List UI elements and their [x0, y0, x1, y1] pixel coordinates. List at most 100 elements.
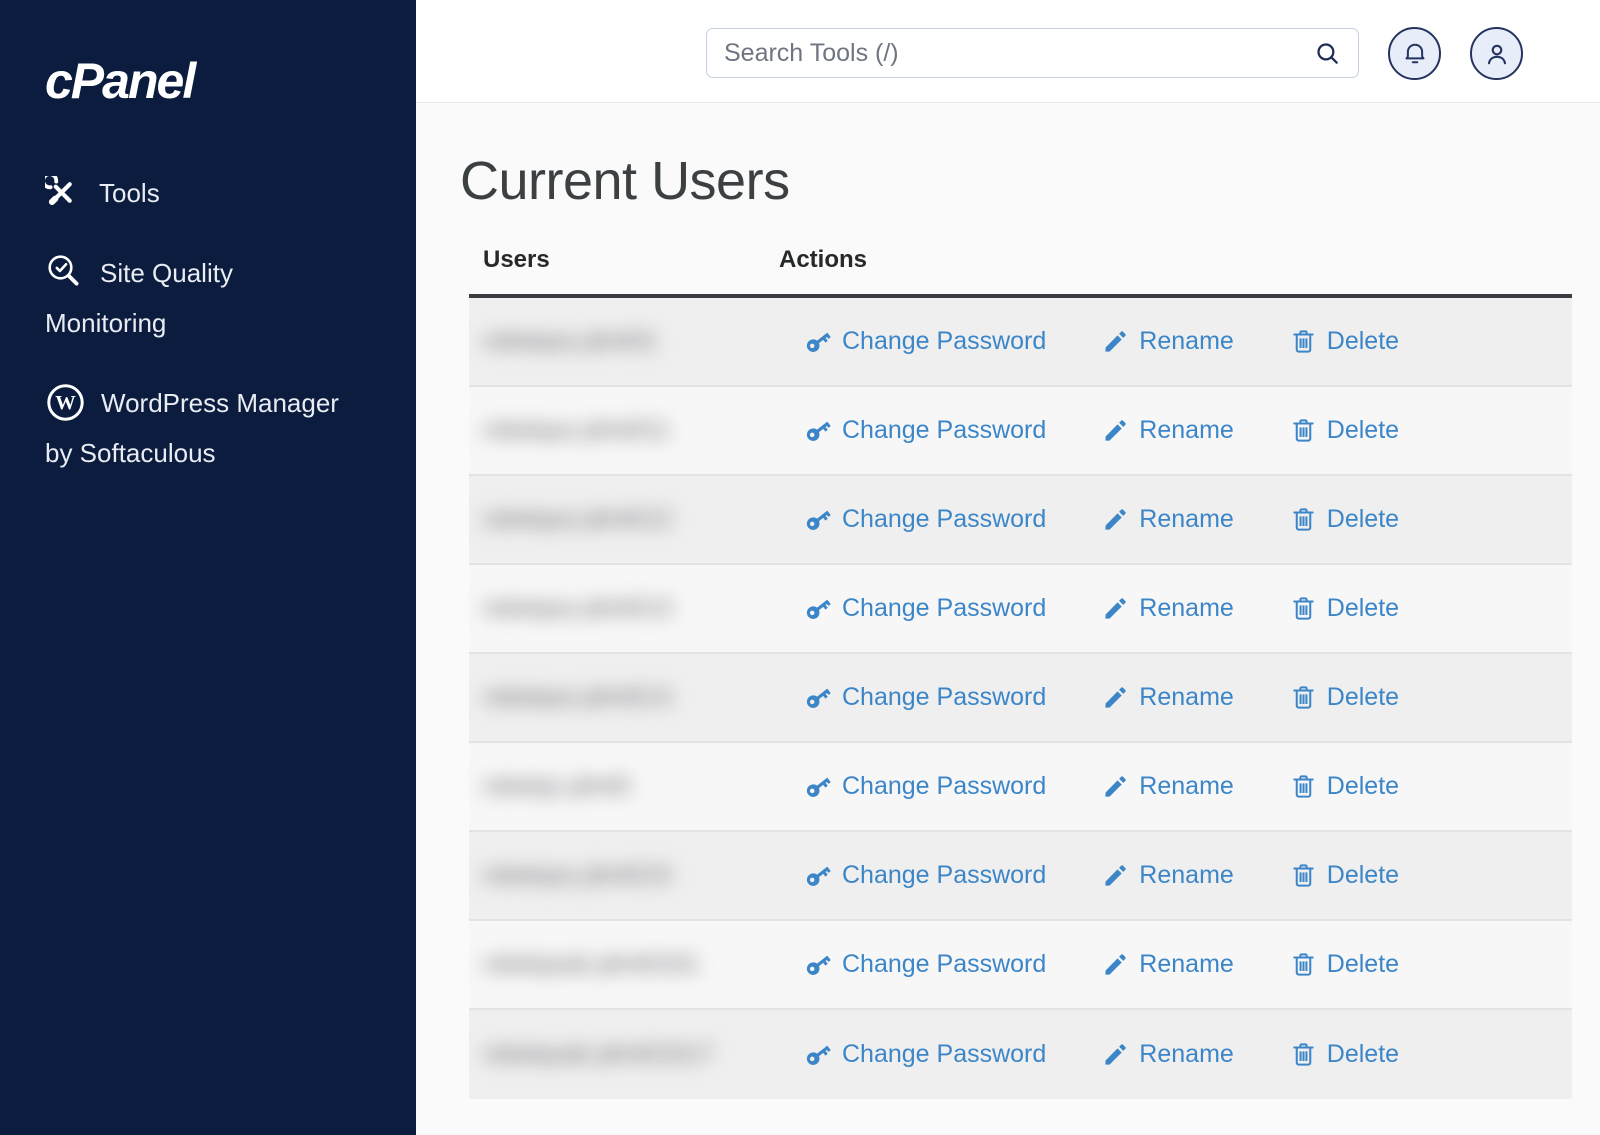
- key-icon: [805, 684, 832, 711]
- delete-label: Delete: [1327, 594, 1399, 623]
- user-icon: [1482, 39, 1512, 69]
- table-row: ndwtqsa jdmt013 Change Password: [469, 565, 1572, 654]
- delete-link[interactable]: Delete: [1290, 950, 1399, 979]
- delete-label: Delete: [1327, 683, 1399, 712]
- change-password-link[interactable]: Change Password: [805, 327, 1046, 356]
- trash-icon: [1290, 1041, 1317, 1068]
- actions-cell: Change Password Rename Delete: [779, 683, 1572, 712]
- key-icon: [805, 506, 832, 533]
- rename-label: Rename: [1139, 416, 1234, 445]
- change-password-link[interactable]: Change Password: [805, 861, 1046, 890]
- username-cell: ndwtqsa jdmt012: [469, 505, 779, 534]
- trash-icon: [1290, 951, 1317, 978]
- delete-link[interactable]: Delete: [1290, 327, 1399, 356]
- rename-link[interactable]: Rename: [1102, 505, 1234, 534]
- rename-label: Rename: [1139, 505, 1234, 534]
- rename-link[interactable]: Rename: [1102, 1040, 1234, 1069]
- table-row: ndwtqsab jdmt0161 Change Password: [469, 921, 1572, 1010]
- change-password-link[interactable]: Change Password: [805, 950, 1046, 979]
- cpanel-current-users-page: { "sidebar": { "logo_text": "cPanel", "i…: [0, 0, 1600, 1135]
- actions-cell: Change Password Rename Delete: [779, 1040, 1572, 1069]
- table-row: ndwtqsa jdmt015 Change Password: [469, 832, 1572, 921]
- delete-label: Delete: [1327, 505, 1399, 534]
- actions-cell: Change Password Rename Delete: [779, 594, 1572, 623]
- change-password-label: Change Password: [842, 683, 1046, 712]
- pencil-icon: [1102, 951, 1129, 978]
- delete-link[interactable]: Delete: [1290, 505, 1399, 534]
- actions-cell: Change Password Rename Delete: [779, 416, 1572, 445]
- key-icon: [805, 328, 832, 355]
- magnifier-icon[interactable]: [1314, 40, 1341, 67]
- table-row: ndwtqsa jdmt01 Change Password R: [469, 298, 1572, 387]
- sidebar-item-wordpress-manager[interactable]: W WordPress Manager by Softaculous: [0, 378, 416, 478]
- key-icon: [805, 773, 832, 800]
- trash-icon: [1290, 773, 1317, 800]
- rename-link[interactable]: Rename: [1102, 327, 1234, 356]
- change-password-label: Change Password: [842, 950, 1046, 979]
- rename-label: Rename: [1139, 683, 1234, 712]
- actions-cell: Change Password Rename Delete: [779, 772, 1572, 801]
- rename-link[interactable]: Rename: [1102, 772, 1234, 801]
- username-cell: ndwtqs jdmt0: [469, 772, 779, 801]
- pencil-icon: [1102, 862, 1129, 889]
- rename-label: Rename: [1139, 327, 1234, 356]
- username-blurred: ndwtqsa jdmt01: [483, 327, 658, 355]
- table-header-row: Users Actions: [469, 240, 1572, 298]
- change-password-link[interactable]: Change Password: [805, 1040, 1046, 1069]
- table-row: ndwtqsa jdmt012 Change Password: [469, 476, 1572, 565]
- change-password-label: Change Password: [842, 861, 1046, 890]
- change-password-link[interactable]: Change Password: [805, 683, 1046, 712]
- change-password-link[interactable]: Change Password: [805, 594, 1046, 623]
- rename-link[interactable]: Rename: [1102, 416, 1234, 445]
- svg-text:W: W: [55, 392, 76, 414]
- notifications-button[interactable]: [1388, 27, 1441, 80]
- sidebar-item-tools[interactable]: Tools: [0, 168, 416, 218]
- account-button[interactable]: [1470, 27, 1523, 80]
- username-cell: ndwtqsa jdmt013: [469, 594, 779, 623]
- delete-link[interactable]: Delete: [1290, 1040, 1399, 1069]
- change-password-link[interactable]: Change Password: [805, 416, 1046, 445]
- sidebar-nav: Tools Site Quality Monitoring W WordPres…: [0, 168, 416, 478]
- rename-link[interactable]: Rename: [1102, 861, 1234, 890]
- rename-label: Rename: [1139, 594, 1234, 623]
- pencil-icon: [1102, 417, 1129, 444]
- username-blurred: ndwtqsa jdmt011: [483, 416, 670, 444]
- delete-link[interactable]: Delete: [1290, 683, 1399, 712]
- delete-label: Delete: [1327, 416, 1399, 445]
- table-body: ndwtqsa jdmt01 Change Password R: [469, 298, 1572, 1099]
- sidebar-item-label: Tools: [99, 178, 160, 208]
- username-cell: ndwtqsa jdmt011: [469, 416, 779, 445]
- actions-cell: Change Password Rename Delete: [779, 861, 1572, 890]
- actions-cell: Change Password Rename Delete: [779, 327, 1572, 356]
- pencil-icon: [1102, 328, 1129, 355]
- change-password-label: Change Password: [842, 505, 1046, 534]
- sidebar-item-label: WordPress Manager by Softaculous: [45, 388, 339, 468]
- trash-icon: [1290, 595, 1317, 622]
- rename-link[interactable]: Rename: [1102, 594, 1234, 623]
- username-blurred: ndwtqs jdmt0: [483, 772, 630, 800]
- rename-label: Rename: [1139, 950, 1234, 979]
- key-icon: [805, 862, 832, 889]
- delete-link[interactable]: Delete: [1290, 594, 1399, 623]
- rename-link[interactable]: Rename: [1102, 683, 1234, 712]
- username-blurred: ndwtqsab jdmt0161: [483, 950, 700, 978]
- change-password-link[interactable]: Change Password: [805, 772, 1046, 801]
- delete-link[interactable]: Delete: [1290, 416, 1399, 445]
- trash-icon: [1290, 862, 1317, 889]
- username-blurred: ndwtqsa jdmt014: [483, 683, 672, 711]
- topbar: [416, 0, 1600, 103]
- username-cell: ndwtqsab jdmt01617: [469, 1040, 779, 1069]
- change-password-link[interactable]: Change Password: [805, 505, 1046, 534]
- delete-link[interactable]: Delete: [1290, 772, 1399, 801]
- delete-link[interactable]: Delete: [1290, 861, 1399, 890]
- cpanel-logo[interactable]: cPanel: [45, 52, 416, 110]
- column-header-users: Users: [469, 246, 779, 274]
- username-cell: ndwtqsa jdmt01: [469, 327, 779, 356]
- sidebar: cPanel Tools Site Quality Monitoring W W…: [0, 0, 416, 1135]
- rename-link[interactable]: Rename: [1102, 950, 1234, 979]
- delete-label: Delete: [1327, 327, 1399, 356]
- username-cell: ndwtqsa jdmt014: [469, 683, 779, 712]
- search-input[interactable]: [724, 39, 1314, 68]
- table-row: ndwtqsa jdmt011 Change Password: [469, 387, 1572, 476]
- sidebar-item-site-quality-monitoring[interactable]: Site Quality Monitoring: [0, 248, 416, 348]
